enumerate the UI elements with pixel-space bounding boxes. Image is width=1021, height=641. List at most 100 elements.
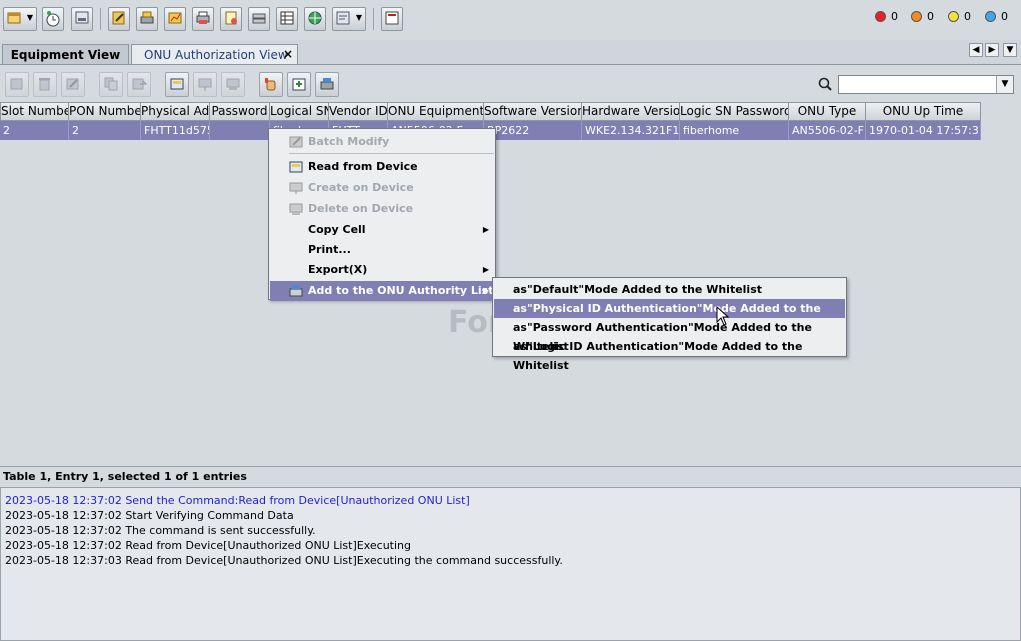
mouse-cursor-icon [716, 306, 730, 326]
log-panel: 2023-05-18 12:37:02 Send the Command:Rea… [0, 487, 1021, 641]
report-icon [168, 12, 182, 24]
column-header[interactable]: PON Number [69, 102, 141, 121]
schedule-button[interactable] [42, 7, 64, 31]
edit-button[interactable] [108, 7, 130, 31]
read-device-icon [170, 78, 184, 90]
menu-item-label: Read from Device [308, 160, 418, 173]
column-header[interactable]: Password [210, 102, 270, 121]
onu-authority-list-button[interactable] [315, 72, 339, 97]
table-status: Table 1, Entry 1, selected 1 of 1 entrie… [0, 466, 1021, 486]
write-to-device-button[interactable] [127, 72, 151, 97]
table-cell[interactable]: FHTT11d57548 [141, 121, 210, 140]
chevron-left-icon: ◀ [972, 45, 980, 55]
onu-list-icon [289, 285, 303, 297]
submenu-arrow-icon: ▶ [482, 225, 489, 234]
tab-scroll-right-button[interactable]: ▶ [985, 43, 999, 57]
table-cell[interactable]: 2 [0, 121, 69, 140]
alarm-warning[interactable]: 0 [985, 9, 1008, 23]
create-on-device-button[interactable] [193, 72, 217, 97]
column-header[interactable]: Logic SN Password [680, 102, 789, 121]
search-dropdown-button[interactable]: ▼ [996, 76, 1013, 93]
table-view-button[interactable] [276, 7, 298, 31]
table-cell[interactable]: WKE2.134.321F1G [582, 121, 680, 140]
column-header[interactable]: Software Version [484, 102, 582, 121]
column-header[interactable]: Logical SN [270, 102, 329, 121]
menu-item-create-on-device[interactable]: Create on Device [270, 178, 494, 198]
globe-button[interactable] [304, 7, 326, 31]
authorize-button[interactable] [259, 72, 283, 97]
column-header[interactable]: Vendor ID [329, 102, 388, 121]
printer-button[interactable] [192, 7, 214, 31]
table-cell[interactable]: RP2622 [484, 121, 582, 140]
chevron-down-icon: ▼ [1006, 45, 1014, 55]
create-device-icon [198, 78, 212, 91]
column-header[interactable]: ONU Type [789, 102, 866, 121]
menu-item-label: Delete on Device [308, 202, 414, 215]
menu-item-export[interactable]: Export(X) ▶ [270, 260, 494, 280]
alarm-major[interactable]: 0 [911, 9, 934, 23]
modify-button[interactable] [61, 72, 85, 97]
table-cell[interactable]: 1970-01-04 17:57:37 [866, 121, 981, 140]
context-menu: Batch Modify Read from Device Create on … [268, 128, 496, 301]
major-alarm-icon [911, 10, 922, 22]
panel-icon [385, 11, 399, 25]
menu-separator [289, 153, 494, 154]
menu-item-label: Batch Modify [308, 135, 390, 148]
add-to-whitelist-button[interactable] [287, 72, 311, 97]
submenu-item-default-mode[interactable]: as"Default"Mode Added to the Whitelist [494, 280, 845, 299]
copy-button[interactable] [99, 72, 123, 97]
submenu-item-physical-id-mode[interactable]: as"Physical ID Authentication"Mode Added… [494, 299, 845, 334]
search-icon [818, 77, 832, 94]
log-line: 2023-05-18 12:37:02 The command is sent … [5, 524, 316, 537]
delete-button[interactable] [33, 72, 57, 97]
table-cell[interactable] [210, 121, 270, 140]
column-header[interactable]: ONU Up Time [866, 102, 981, 121]
menu-item-batch-modify[interactable]: Batch Modify [270, 132, 494, 152]
tab-onu-authorization-view[interactable]: ONU Authorization View × [131, 44, 298, 64]
column-header[interactable]: ONU Equipment ID [388, 102, 484, 121]
submenu-item-password-mode[interactable]: as"Password Authentication"Mode Added to… [494, 318, 845, 353]
menu-item-read-from-device[interactable]: Read from Device [270, 157, 494, 177]
menu-item-add-to-onu-authority-list[interactable]: Add to the ONU Authority List ▶ [270, 281, 494, 301]
add-button[interactable] [5, 72, 29, 97]
tab-equipment-view[interactable]: Equipment View [2, 44, 129, 64]
new-window-dropdown-button[interactable]: ▼ [3, 7, 37, 31]
column-header[interactable]: Physical Address [141, 102, 210, 121]
table-cell[interactable]: fiberhome [680, 121, 789, 140]
log-line: 2023-05-18 12:37:02 Start Verifying Comm… [5, 509, 294, 522]
tab-scroll-left-button[interactable]: ◀ [969, 43, 983, 57]
terminal-button[interactable] [71, 7, 93, 31]
search-input[interactable]: ▼ [838, 75, 1014, 94]
read-from-device-button[interactable] [165, 72, 189, 97]
menu-item-label: Create on Device [308, 181, 414, 194]
table-cell[interactable]: AN5506-02-F [789, 121, 866, 140]
tools-dropdown-button[interactable]: ▼ [332, 7, 366, 31]
edit-icon [66, 78, 79, 90]
device-button[interactable] [136, 7, 158, 31]
panel-button[interactable] [381, 7, 403, 31]
menu-item-label: Export(X) [308, 263, 368, 276]
menu-item-copy-cell[interactable]: Copy Cell ▶ [270, 220, 494, 240]
report-button[interactable] [164, 7, 186, 31]
globe-icon [308, 11, 322, 25]
column-header[interactable]: Slot Number [0, 102, 69, 121]
chevron-right-icon: ▶ [988, 45, 996, 55]
tab-label: Equipment View [10, 48, 121, 62]
tab-list-button[interactable]: ▼ [1003, 43, 1017, 57]
delete-on-device-button[interactable] [221, 72, 245, 97]
close-tab-icon[interactable]: × [283, 47, 293, 61]
delete-device-icon [289, 203, 303, 215]
alarm-minor[interactable]: 0 [948, 9, 971, 23]
server-button[interactable] [248, 7, 270, 31]
submenu-item-logic-id-mode[interactable]: as"Logic ID Authentication"Mode Added to… [494, 337, 845, 372]
alarm-critical[interactable]: 0 [875, 9, 898, 23]
device-icon [140, 11, 154, 24]
submenu-whitelist-modes: as"Default"Mode Added to the Whitelist a… [492, 277, 847, 372]
minor-alarm-icon [948, 10, 959, 22]
table-cell[interactable]: 2 [69, 121, 141, 140]
menu-item-delete-on-device[interactable]: Delete on Device [270, 199, 494, 219]
column-header[interactable]: Hardware Version [582, 102, 680, 121]
menu-item-print[interactable]: Print... [270, 240, 494, 260]
alarm-list-button[interactable] [220, 7, 242, 31]
create-device-icon [289, 182, 303, 194]
